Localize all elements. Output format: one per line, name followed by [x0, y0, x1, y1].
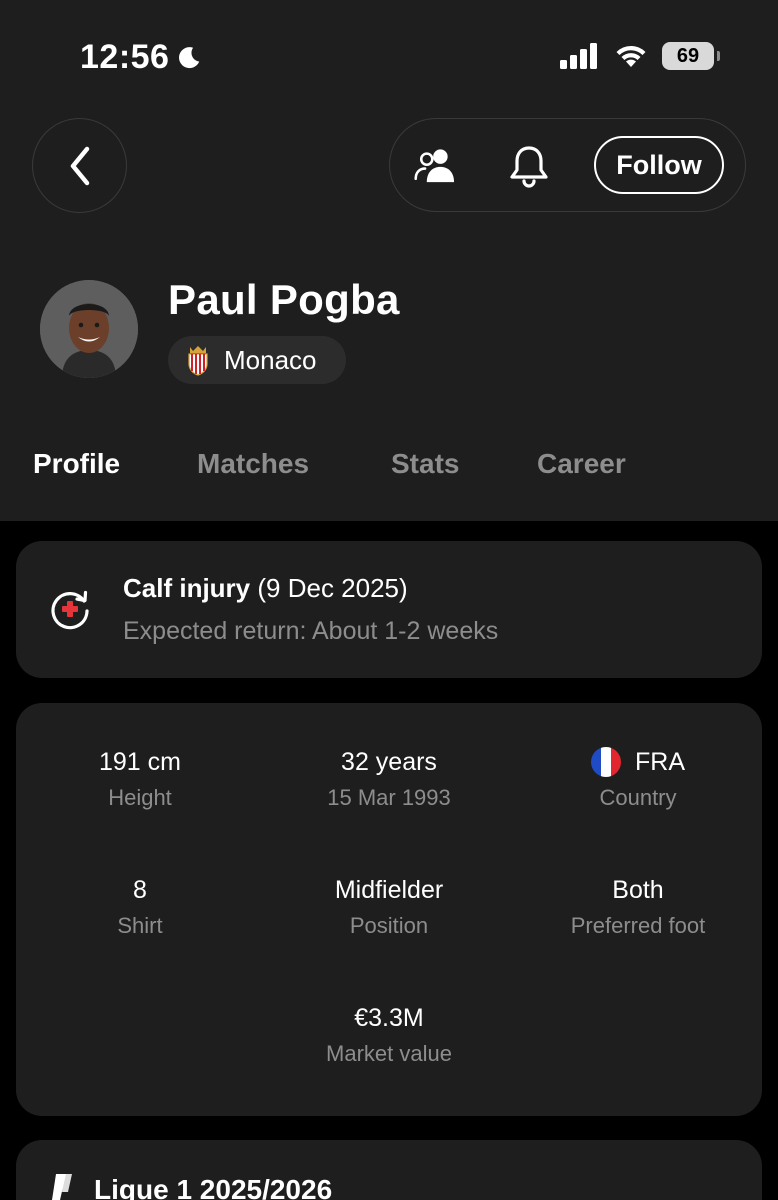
battery-level: 69: [676, 44, 700, 67]
player-info-card: 191 cm Height 32 years 15 Mar 1993 FRA C…: [16, 703, 762, 1116]
info-position: Midfielder Position: [265, 873, 513, 939]
info-preferred-foot: Both Preferred foot: [514, 873, 762, 939]
profile-header: 12:56 69 Follow Paul Pogba Monaco Profil…: [0, 0, 778, 521]
birth-date: 15 Mar 1993: [327, 785, 451, 810]
player-avatar: [40, 280, 138, 378]
country-value-row: FRA: [514, 745, 762, 779]
injury-card[interactable]: Calf injury (9 Dec 2025) Expected return…: [16, 541, 762, 678]
chevron-left-icon: [70, 146, 89, 185]
country-label: Country: [599, 785, 677, 810]
info-country[interactable]: FRA Country: [514, 745, 762, 811]
moon-icon: [179, 46, 200, 68]
tab-career[interactable]: Career: [537, 448, 626, 480]
status-time: 12:56: [80, 38, 170, 76]
battery-icon: 69: [662, 42, 720, 70]
foot-label: Preferred foot: [570, 913, 706, 938]
status-icons: 69: [560, 42, 720, 70]
profile-tabs: Profile Matches Stats Career: [0, 448, 778, 498]
foot-value: Both: [612, 875, 664, 904]
shirt-value: 8: [133, 875, 147, 904]
header-actions: Follow: [389, 118, 746, 212]
injury-date: (9 Dec 2025): [257, 573, 408, 603]
tab-stats[interactable]: Stats: [391, 448, 459, 480]
monaco-crest-icon: [188, 346, 208, 376]
height-value: 191 cm: [99, 747, 181, 776]
tab-matches[interactable]: Matches: [197, 448, 309, 480]
cellular-signal-icon: [560, 43, 597, 69]
france-flag-icon: [591, 747, 621, 777]
people-icon: [414, 149, 455, 183]
info-market-value: €3.3M Market value: [265, 1001, 513, 1067]
back-button[interactable]: [32, 118, 127, 213]
injury-title: Calf injury (9 Dec 2025): [123, 573, 408, 604]
info-age: 32 years 15 Mar 1993: [265, 745, 513, 811]
follow-button[interactable]: Follow: [594, 136, 724, 194]
status-time-group: 12:56: [80, 38, 203, 77]
height-label: Height: [108, 785, 172, 810]
compare-players-button[interactable]: [414, 143, 460, 189]
club-name: Monaco: [224, 344, 317, 375]
injury-type: Calf injury: [123, 573, 251, 603]
market-value: €3.3M: [354, 1003, 424, 1032]
club-chip[interactable]: Monaco: [168, 336, 346, 384]
info-height: 191 cm Height: [16, 745, 264, 811]
status-bar: 12:56 69: [0, 0, 778, 100]
country-value: FRA: [635, 747, 685, 776]
info-shirt: 8 Shirt: [16, 873, 264, 939]
injury-expected-return: Expected return: About 1-2 weeks: [123, 617, 499, 645]
market-value-label: Market value: [326, 1041, 452, 1066]
wifi-icon: [616, 45, 646, 67]
position-value: Midfielder: [334, 875, 444, 904]
player-profile-screen: 12:56 69 Follow Paul Pogba Monaco Profil…: [0, 0, 778, 1200]
shirt-label: Shirt: [117, 913, 163, 938]
league-stats-card[interactable]: Ligue 1 2025/2026: [16, 1140, 762, 1200]
league-title: Ligue 1 2025/2026: [94, 1174, 333, 1200]
injury-recovery-icon: [51, 590, 89, 630]
notifications-button[interactable]: [506, 143, 552, 189]
player-name: Paul Pogba: [168, 276, 400, 323]
position-label: Position: [349, 913, 429, 938]
ligue1-logo-icon: [52, 1174, 72, 1200]
tab-profile[interactable]: Profile: [33, 448, 120, 480]
age-value: 32 years: [341, 747, 437, 776]
player-photo: [40, 280, 138, 378]
bell-icon: [510, 146, 548, 188]
